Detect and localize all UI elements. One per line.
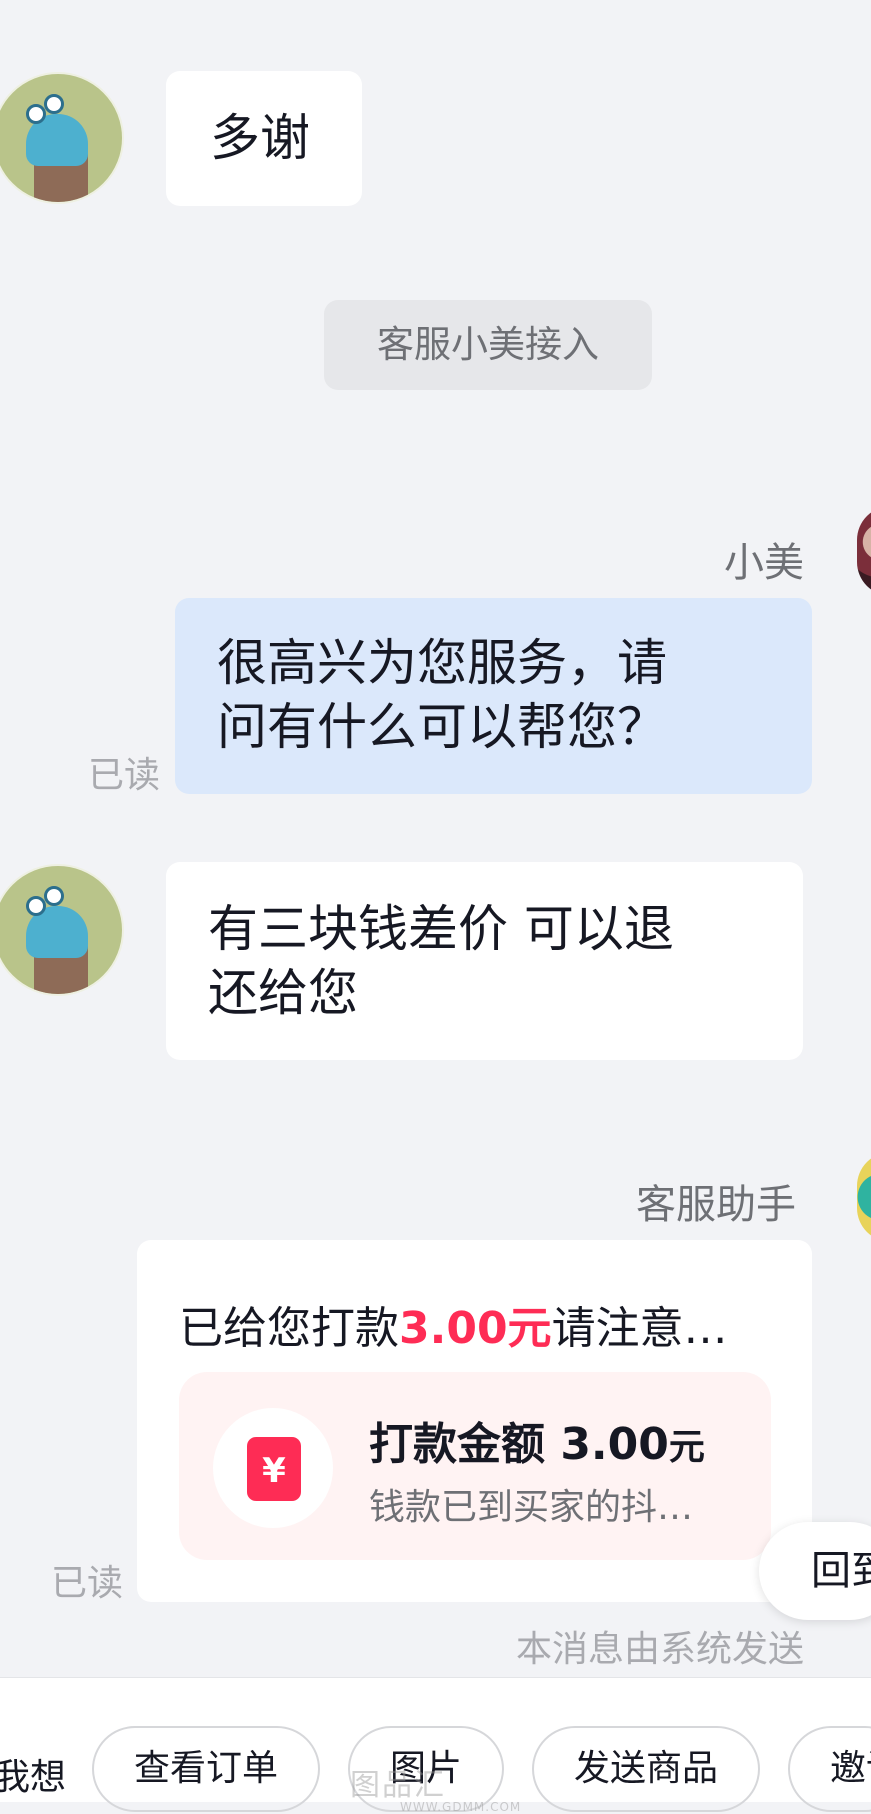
card-icon-container: ¥ [213, 1408, 333, 1528]
read-status: 已读 [88, 755, 161, 796]
message-text-line1: 很高兴为您服务，请 [217, 634, 667, 692]
quick-action-label: 我想 [0, 1757, 67, 1798]
payment-amount-text: 打款金额 3.00 [369, 1419, 669, 1470]
card-title: 已给您打款3.00元请注意… [179, 1292, 728, 1356]
message-text-line2: 问有什么可以帮您？ [217, 698, 667, 756]
card-title-amount: 3.00元 [399, 1303, 552, 1354]
payment-amount: 打款金额 3.00元 [369, 1408, 705, 1472]
payment-subtitle: 钱款已到买家的抖… [369, 1487, 694, 1528]
message-bubble-user[interactable]: 有三块钱差价 可以退 还给您 [166, 862, 803, 1060]
message-bubble-agent[interactable]: 很高兴为您服务，请 问有什么可以帮您？ [175, 598, 812, 794]
assistant-avatar-icon[interactable] [857, 1152, 871, 1242]
red-envelope-yuan-icon: ¥ [247, 1437, 301, 1501]
watermark-text: 图品汇 [350, 1768, 446, 1803]
message-text: 多谢 [210, 109, 310, 167]
payment-card[interactable]: 已给您打款3.00元请注意… ¥ 打款金额 3.00元 钱款已到买家的抖… [137, 1240, 812, 1602]
watermark-sub: WWW.GDMM.COM [400, 1800, 522, 1814]
watermark: 图品汇 WWW.GDMM.COM [350, 1760, 521, 1814]
system-join-notice: 客服小美接入 [324, 300, 652, 390]
user-avatar[interactable] [0, 864, 124, 996]
message-text-line1: 有三块钱差价 可以退 [208, 900, 674, 958]
chip-invite[interactable]: 邀请 [788, 1726, 871, 1812]
card-title-suffix: 请注意… [551, 1303, 728, 1354]
message-bubble-user[interactable]: 多谢 [166, 71, 362, 206]
chip-view-order[interactable]: 查看订单 [92, 1726, 320, 1812]
back-to-bottom-button[interactable]: 回到 [759, 1522, 871, 1620]
payment-detail[interactable]: ¥ 打款金额 3.00元 钱款已到买家的抖… [179, 1372, 771, 1560]
system-sent-note: 本消息由系统发送 [516, 1629, 805, 1670]
read-status: 已读 [51, 1563, 124, 1604]
agent-avatar-icon[interactable] [857, 506, 871, 596]
agent-name: 小美 [724, 540, 804, 586]
payment-amount-unit: 元 [668, 1427, 705, 1468]
user-avatar[interactable] [0, 72, 124, 204]
assistant-name: 客服助手 [636, 1182, 796, 1228]
chip-send-product[interactable]: 发送商品 [532, 1726, 760, 1812]
message-text-line2: 还给您 [208, 964, 358, 1022]
card-title-prefix: 已给您打款 [179, 1303, 399, 1354]
